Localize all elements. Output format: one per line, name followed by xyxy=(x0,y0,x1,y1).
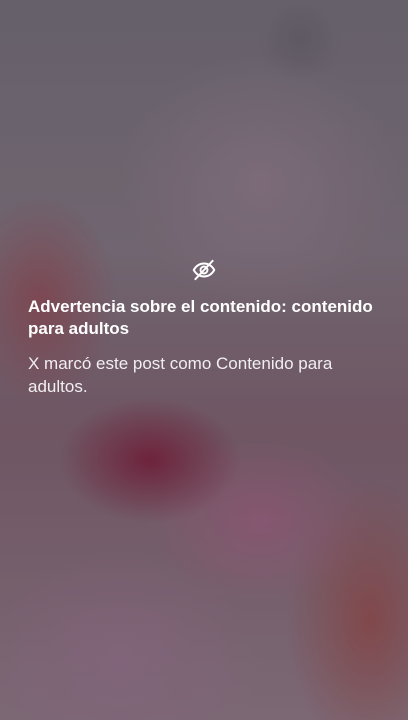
eye-off-icon-container xyxy=(28,256,380,284)
eye-off-icon xyxy=(192,259,216,281)
content-warning: Advertencia sobre el contenido: contenid… xyxy=(28,256,380,398)
content-warning-description: X marcó este post como Contenido para ad… xyxy=(28,354,333,396)
content-warning-title: Advertencia sobre el contenido: contenid… xyxy=(28,297,373,338)
